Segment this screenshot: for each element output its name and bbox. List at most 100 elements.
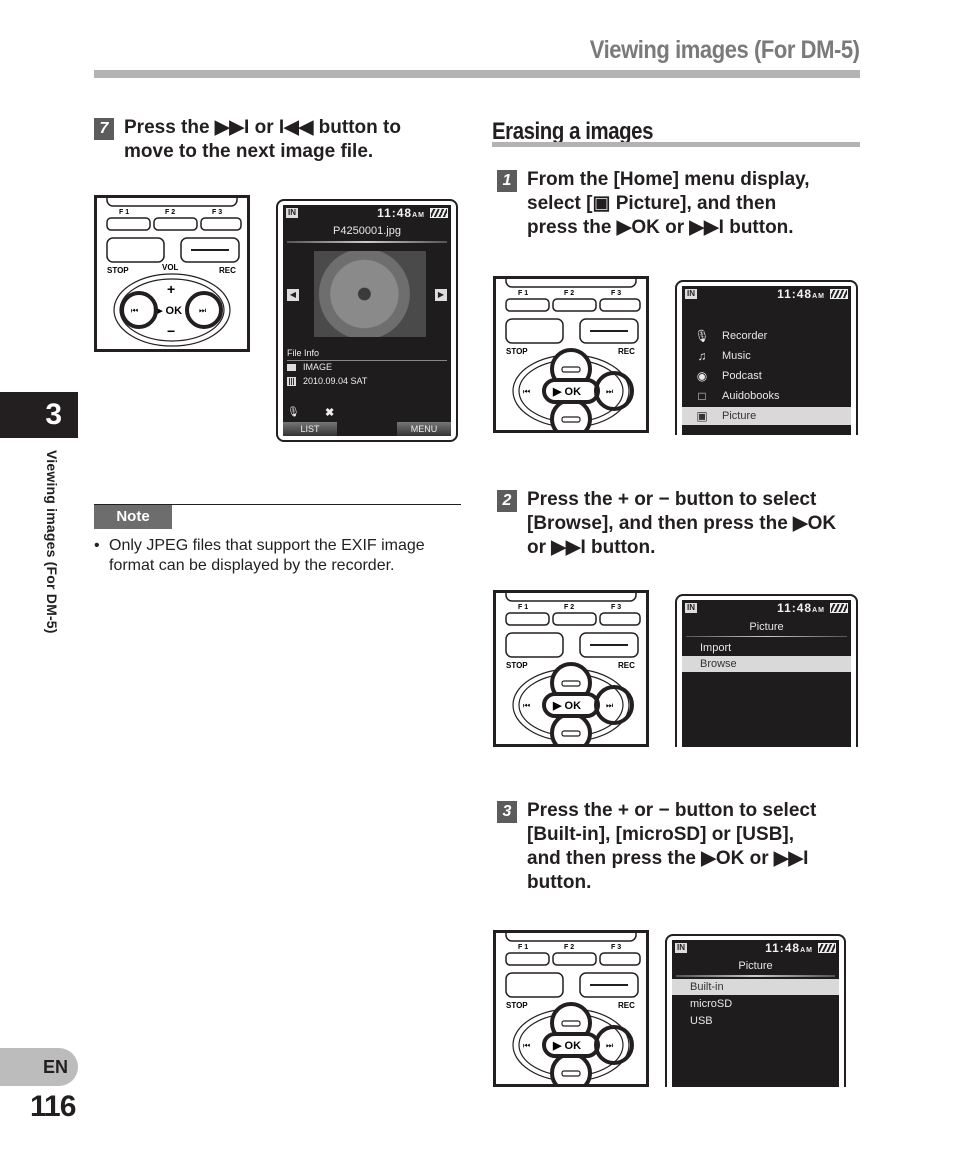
menu-item-podcast[interactable]: ◉ Podcast <box>682 367 851 385</box>
step-text-line: and then press the ▶OK or ▶▶I <box>527 848 809 869</box>
side-section-label: Viewing images (For DM-5) <box>44 450 60 634</box>
ok-button[interactable]: ▶ OK <box>552 700 581 712</box>
menu-item-label: Music <box>722 350 751 362</box>
step-number: 1 <box>497 170 517 192</box>
stop-label: STOP <box>506 347 528 356</box>
f2-button[interactable] <box>552 298 597 312</box>
menu-item-import[interactable]: Import <box>682 640 851 656</box>
f1-button[interactable] <box>505 298 550 312</box>
stop-button[interactable] <box>106 237 165 263</box>
menu-item-built-in[interactable]: Built-in <box>672 979 839 995</box>
step-text-line: or ▶▶I button. <box>527 537 656 558</box>
stop-button[interactable] <box>505 972 564 998</box>
highlight-minus-button <box>550 1052 592 1084</box>
storage-indicator: IN <box>286 208 298 218</box>
plus-button[interactable]: + <box>167 281 175 297</box>
step-text-line: select [▣ Picture], and then <box>527 193 777 214</box>
f2-button[interactable] <box>153 217 198 231</box>
f2-label: F 2 <box>564 944 574 951</box>
prev-icon: ⏮ <box>523 387 530 396</box>
softkey-menu[interactable]: MENU <box>397 422 451 436</box>
menu-item-microsd[interactable]: microSD <box>672 996 839 1012</box>
menu-item-recorder[interactable]: 🎙 Recorder <box>682 327 851 345</box>
recorder-keypad-illustration: F 1 F 2 F 3 STOP REC ▶ OK ⏭ ⏮ <box>493 590 649 747</box>
menu-item-audiobooks[interactable]: □ Auidobooks <box>682 387 851 405</box>
menu-item-label: Podcast <box>722 370 762 382</box>
bullet: • <box>94 537 100 554</box>
image-viewer-screen: IN 11:48AM P4250001.jpg ◀ ▶ File Info IM… <box>276 199 458 442</box>
f3-label: F 3 <box>212 209 222 216</box>
menu-item-browse[interactable]: Browse <box>682 656 851 672</box>
softkey-list[interactable]: LIST <box>283 422 337 436</box>
highlight-next-button <box>594 371 634 411</box>
chapter-tab: 3 <box>0 392 78 438</box>
ok-button[interactable]: ▶ OK <box>552 386 581 398</box>
menu-item-music[interactable]: ♫ Music <box>682 347 851 365</box>
clock-ampm: AM <box>412 212 425 219</box>
menu-item-usb[interactable]: USB <box>672 1013 839 1029</box>
battery-icon <box>818 943 836 953</box>
status-bar: IN 11:48AM <box>283 205 451 221</box>
home-menu-screen: IN 11:48AM 🎙 Recorder ♫ Music ◉ Podcast □ Au… <box>675 280 858 435</box>
menu-item-picture[interactable]: ▣ Picture <box>682 407 851 425</box>
screen-title: Picture <box>749 621 784 633</box>
clock: 11:48AM <box>777 287 825 301</box>
folder-icon <box>287 364 296 371</box>
next-image-button[interactable]: ▶ <box>435 289 447 301</box>
clock-ampm: AM <box>812 293 825 300</box>
previous-image-button[interactable]: ◀ <box>287 289 299 301</box>
stop-label: STOP <box>107 266 129 275</box>
clock-time: 11:48 <box>377 206 413 220</box>
rec-label: REC <box>219 266 236 275</box>
step-3: 3 Press the + or − button to select [Bui… <box>497 799 862 897</box>
clock: 11:48AM <box>765 941 813 955</box>
battery-icon <box>430 208 448 218</box>
recorder-keypad-illustration: F 1 F 2 F 3 STOP REC ▶ OK ⏭ ⏮ <box>493 276 649 433</box>
f1-label: F 1 <box>518 290 528 297</box>
rec-label: REC <box>618 1001 635 1010</box>
f1-label: F 1 <box>518 604 528 611</box>
highlight-prev-button <box>120 291 158 329</box>
ok-button[interactable]: ▶ OK <box>552 1040 581 1052</box>
menu-item-label: Auidobooks <box>722 390 780 402</box>
picture-menu-screen: IN 11:48AM Picture Import Browse <box>675 594 858 747</box>
note-text: Only JPEG files that support the EXIF im… <box>109 537 425 574</box>
f3-button[interactable] <box>599 612 641 626</box>
menu-item-label: Picture <box>722 410 757 422</box>
next-icon: ⏭ <box>606 387 613 396</box>
step-text-line: Press the ▶▶I or I◀◀ button to <box>124 117 401 138</box>
f2-button[interactable] <box>552 952 597 966</box>
f3-button[interactable] <box>599 952 641 966</box>
page-header-title: Viewing images (For DM-5) <box>590 36 860 64</box>
minus-button[interactable]: − <box>167 323 175 339</box>
f3-label: F 3 <box>611 290 621 297</box>
f2-button[interactable] <box>552 612 597 626</box>
f3-label: F 3 <box>611 944 621 951</box>
recorder-keypad-illustration: F 1 F 2 F 3 STOP VOL REC + − ▶ OK ⏮ ⏭ <box>94 195 250 352</box>
stop-button[interactable] <box>505 632 564 658</box>
step-text-line: From the [Home] menu display, <box>527 169 810 190</box>
calendar-icon <box>287 377 296 386</box>
title-rule <box>686 636 847 637</box>
keypad-drawing: F 1 F 2 F 3 STOP VOL REC + − ▶ OK ⏮ ⏭ <box>106 198 242 347</box>
step-number: 2 <box>497 490 517 512</box>
f1-button[interactable] <box>106 217 151 231</box>
header-rule <box>94 70 860 78</box>
menu-item-label: Recorder <box>722 330 768 342</box>
image-preview <box>314 251 426 337</box>
f2-label: F 2 <box>564 290 574 297</box>
recorder-keypad-illustration: F 1 F 2 F 3 STOP REC ▶ OK ⏭ ⏮ <box>493 930 649 1087</box>
zoom-mode-icon: ✖ <box>325 407 335 419</box>
f3-button[interactable] <box>599 298 641 312</box>
highlight-minus-button <box>550 712 592 744</box>
stop-button[interactable] <box>505 318 564 344</box>
f1-button[interactable] <box>505 952 550 966</box>
step-number: 7 <box>94 118 114 140</box>
f2-label: F 2 <box>165 209 175 216</box>
title-rule <box>676 975 835 977</box>
f3-button[interactable] <box>200 217 242 231</box>
next-icon: ⏭ <box>606 1041 613 1050</box>
f1-button[interactable] <box>505 612 550 626</box>
rec-label: REC <box>618 347 635 356</box>
battery-icon <box>830 603 848 613</box>
